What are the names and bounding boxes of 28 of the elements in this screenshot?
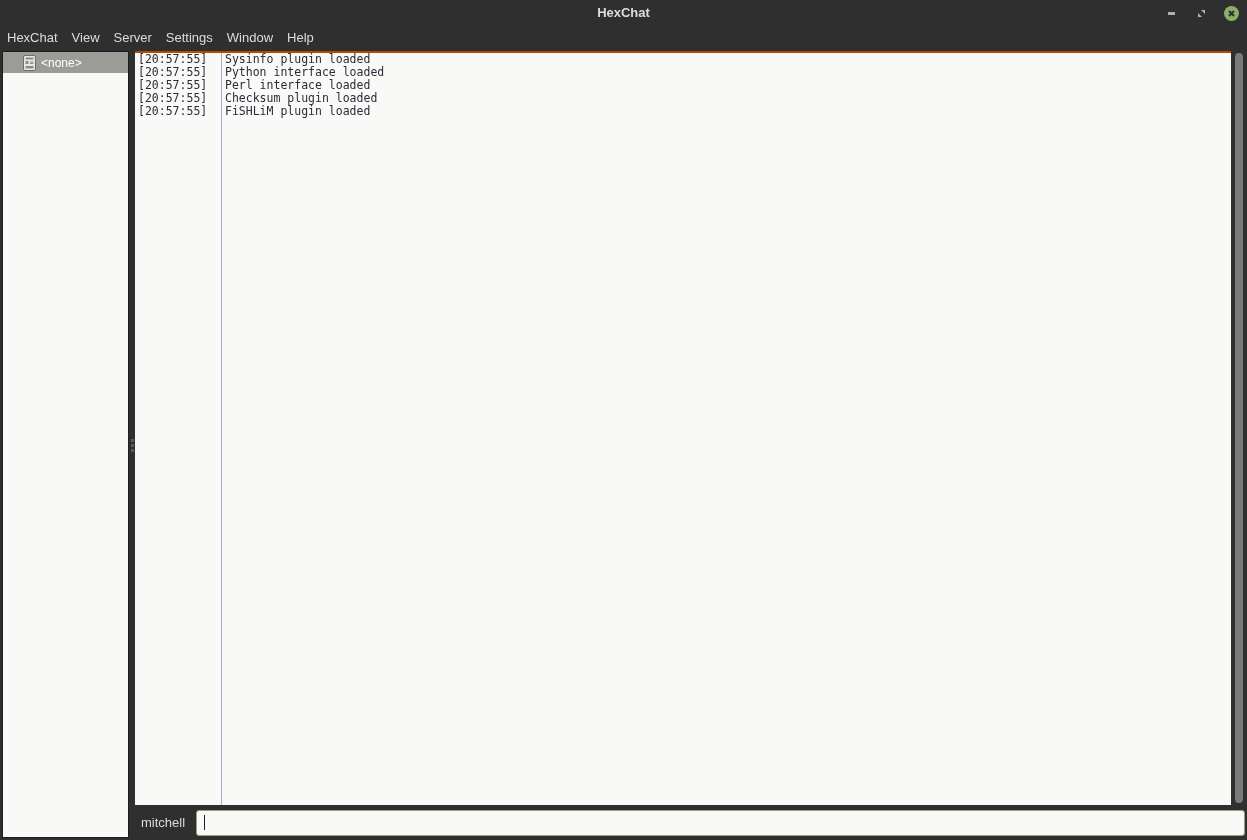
close-icon [1223,5,1239,21]
channel-label: <none> [41,54,82,72]
message-input[interactable] [196,809,1245,836]
window-title: HexChat [597,4,650,23]
menu-item[interactable]: HexChat [7,29,58,46]
timestamp: [20:57:55] [138,92,209,105]
server-icon [23,54,36,71]
text-cursor [204,815,205,830]
log-message: Python interface loaded [225,66,385,79]
log-message: Perl interface loaded [225,79,371,92]
scrollbar[interactable] [1235,53,1243,803]
menu-item[interactable]: Window [226,29,274,46]
pane-handle-icon[interactable] [130,439,134,452]
timestamp: [20:57:55] [138,53,209,66]
timestamp: [20:57:55] [138,66,209,79]
log-message: Checksum plugin loaded [225,92,378,105]
log-message: FiSHLiM plugin loaded [225,105,371,118]
menu-item[interactable]: Server [113,29,152,46]
nick-label[interactable]: mitchell [141,812,196,833]
log-message: Sysinfo plugin loaded [225,53,371,66]
menu-item[interactable]: Settings [165,29,213,46]
close-button[interactable] [1223,5,1239,21]
menu-item[interactable]: View [71,29,100,46]
timestamp: [20:57:55] [138,105,209,118]
minimize-icon [1167,11,1175,15]
maximize-icon [1197,9,1205,17]
menu-item[interactable]: Help [287,29,314,46]
timestamp: [20:57:55] [138,79,209,92]
